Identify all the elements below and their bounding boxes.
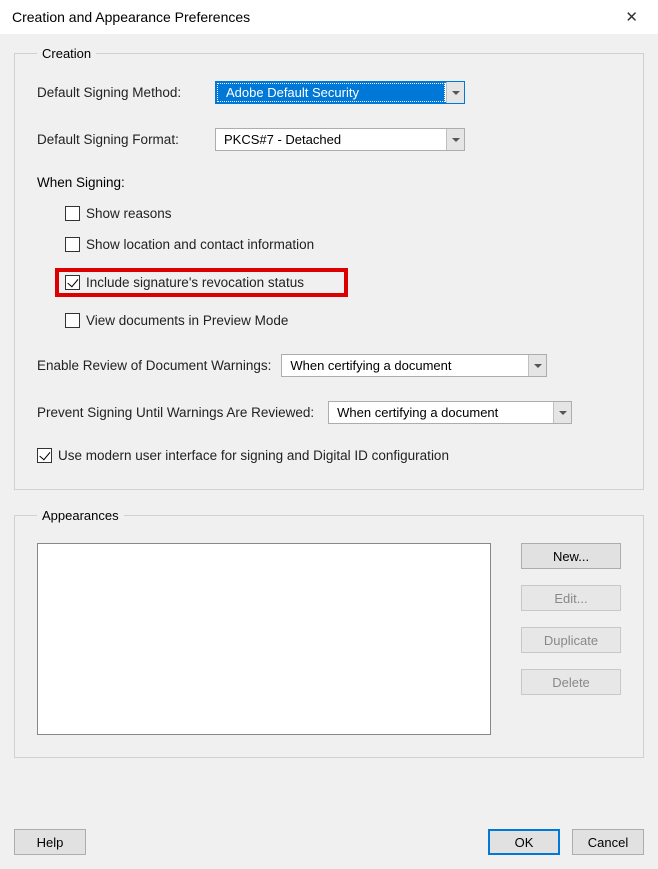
- review-warnings-value: When certifying a document: [282, 355, 528, 376]
- cancel-button[interactable]: Cancel: [572, 829, 644, 855]
- show-location-label: Show location and contact information: [86, 237, 314, 252]
- signing-format-value: PKCS#7 - Detached: [216, 129, 446, 150]
- appearances-group: Appearances New... Edit... Duplicate Del…: [14, 508, 644, 758]
- include-revocation-label: Include signature's revocation status: [86, 275, 304, 290]
- chevron-down-icon: [446, 129, 464, 150]
- prevent-signing-select[interactable]: When certifying a document: [328, 401, 572, 424]
- new-button[interactable]: New...: [521, 543, 621, 569]
- signing-method-select[interactable]: Adobe Default Security: [215, 81, 465, 104]
- chevron-down-icon: [528, 355, 546, 376]
- delete-button[interactable]: Delete: [521, 669, 621, 695]
- appearances-legend: Appearances: [37, 508, 124, 523]
- include-revocation-highlight: Include signature's revocation status: [55, 268, 348, 297]
- signing-format-select[interactable]: PKCS#7 - Detached: [215, 128, 465, 151]
- creation-group: Creation Default Signing Method: Adobe D…: [14, 46, 644, 490]
- duplicate-button[interactable]: Duplicate: [521, 627, 621, 653]
- close-icon[interactable]: ✕: [619, 6, 644, 28]
- review-warnings-select[interactable]: When certifying a document: [281, 354, 547, 377]
- show-reasons-checkbox[interactable]: [65, 206, 80, 221]
- ok-button[interactable]: OK: [488, 829, 560, 855]
- chevron-down-icon: [553, 402, 571, 423]
- chevron-down-icon: [446, 82, 464, 103]
- edit-button[interactable]: Edit...: [521, 585, 621, 611]
- include-revocation-checkbox[interactable]: [65, 275, 80, 290]
- show-reasons-label: Show reasons: [86, 206, 172, 221]
- window-title: Creation and Appearance Preferences: [12, 9, 250, 25]
- modern-ui-checkbox[interactable]: [37, 448, 52, 463]
- view-preview-checkbox[interactable]: [65, 313, 80, 328]
- signing-method-value: Adobe Default Security: [217, 83, 445, 102]
- when-signing-label: When Signing:: [37, 175, 621, 190]
- signing-method-label: Default Signing Method:: [37, 85, 215, 100]
- prevent-signing-label: Prevent Signing Until Warnings Are Revie…: [37, 405, 314, 420]
- appearances-listbox[interactable]: [37, 543, 491, 735]
- creation-legend: Creation: [37, 46, 96, 61]
- prevent-signing-value: When certifying a document: [329, 402, 553, 423]
- help-button[interactable]: Help: [14, 829, 86, 855]
- modern-ui-label: Use modern user interface for signing an…: [58, 448, 449, 463]
- view-preview-label: View documents in Preview Mode: [86, 313, 288, 328]
- signing-format-label: Default Signing Format:: [37, 132, 215, 147]
- review-warnings-label: Enable Review of Document Warnings:: [37, 358, 271, 373]
- show-location-checkbox[interactable]: [65, 237, 80, 252]
